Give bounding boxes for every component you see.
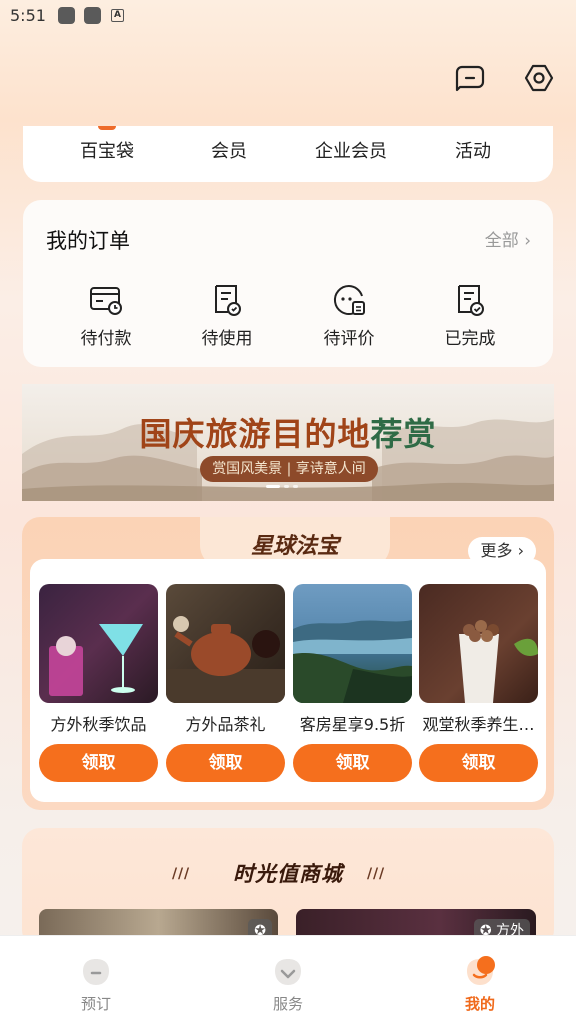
orders-all-link[interactable]: 全部 › bbox=[485, 226, 531, 251]
dessert-image bbox=[419, 584, 538, 703]
chevron-right-icon: › bbox=[517, 541, 524, 560]
tab-service[interactable]: 服务 bbox=[228, 936, 348, 1014]
order-pending-payment[interactable]: 待付款 bbox=[56, 282, 156, 349]
badge-dot bbox=[98, 126, 116, 130]
booking-icon bbox=[76, 953, 116, 993]
status-bar: 5:51 A bbox=[0, 0, 576, 30]
order-label: 待付款 bbox=[80, 329, 132, 349]
chat-note-icon bbox=[333, 284, 365, 315]
banner-title-main: 国庆旅游目的地 bbox=[139, 415, 371, 453]
banner-title-highlight: 荐赏 bbox=[370, 415, 437, 453]
menu-item-member[interactable]: 会员 bbox=[168, 126, 290, 182]
mine-icon bbox=[460, 953, 500, 993]
claim-button[interactable]: 领取 bbox=[419, 744, 538, 782]
top-menu-card: 百宝袋 会员 企业会员 活动 bbox=[23, 126, 553, 182]
tab-booking[interactable]: 预订 bbox=[36, 936, 156, 1014]
service-icon bbox=[268, 953, 308, 993]
decoration-slashes: / / / bbox=[367, 866, 384, 882]
treasure-title: 星球法宝 bbox=[250, 534, 339, 559]
product-name: 观堂秋季养生… bbox=[422, 715, 535, 734]
orders-title: 我的订单 bbox=[46, 229, 130, 253]
claim-button[interactable]: 领取 bbox=[166, 744, 285, 782]
notification-icon bbox=[84, 7, 101, 24]
product-card[interactable]: 方外品茶礼 领取 bbox=[166, 584, 285, 782]
claim-button[interactable]: 领取 bbox=[293, 744, 412, 782]
product-card[interactable]: 客房星享9.5折 领取 bbox=[293, 584, 412, 782]
menu-item-activity[interactable]: 活动 bbox=[412, 126, 534, 182]
tab-label: 预订 bbox=[80, 995, 111, 1013]
carousel-indicator bbox=[266, 485, 298, 488]
message-icon[interactable] bbox=[454, 62, 486, 94]
more-label: 更多 bbox=[480, 541, 513, 560]
order-to-review[interactable]: 待评价 bbox=[299, 282, 399, 349]
carousel-dot bbox=[284, 485, 289, 488]
order-label: 待评价 bbox=[323, 329, 375, 349]
order-completed[interactable]: 已完成 bbox=[420, 282, 520, 349]
wallet-clock-icon bbox=[90, 287, 122, 315]
banner-title: 国庆旅游目的地荐赏 bbox=[22, 409, 554, 455]
keyboard-icon: A bbox=[111, 9, 124, 22]
banner-subtitle: 赏国风美景 | 享诗意人间 bbox=[200, 456, 378, 482]
tab-mine[interactable]: 我的 bbox=[420, 936, 540, 1014]
product-name: 方外品茶礼 bbox=[185, 715, 266, 734]
product-name: 方外秋季饮品 bbox=[50, 715, 147, 734]
product-card[interactable]: 方外秋季饮品 领取 bbox=[39, 584, 158, 782]
bottom-tab-bar: 预订 服务 我的 bbox=[0, 935, 576, 1024]
chevron-right-icon: › bbox=[524, 231, 531, 251]
order-label: 待使用 bbox=[201, 329, 253, 349]
settings-icon[interactable] bbox=[523, 62, 555, 94]
order-to-use[interactable]: 待使用 bbox=[177, 282, 277, 349]
menu-item-enterprise-member[interactable]: 企业会员 bbox=[290, 126, 412, 182]
tab-label: 服务 bbox=[272, 995, 303, 1013]
tab-label: 我的 bbox=[464, 995, 495, 1013]
carousel-dot bbox=[293, 485, 298, 488]
mall-section: / / / 时光值商城 / / / ✪ ✪ 方外 bbox=[22, 828, 554, 948]
product-name: 客房星享9.5折 bbox=[299, 715, 406, 734]
carousel-dot bbox=[266, 485, 280, 488]
promo-banner[interactable]: 国庆旅游目的地荐赏 赏国风美景 | 享诗意人间 bbox=[22, 384, 554, 501]
landscape-image bbox=[293, 584, 412, 703]
receipt-clock-icon bbox=[215, 285, 241, 316]
orders-card: 我的订单 全部 › 待付款 待使用 待评价 已完成 bbox=[23, 200, 553, 367]
claim-button[interactable]: 领取 bbox=[39, 744, 158, 782]
product-card[interactable]: 观堂秋季养生… 领取 bbox=[419, 584, 538, 782]
status-time: 5:51 bbox=[10, 6, 46, 25]
orders-all-label: 全部 bbox=[484, 231, 519, 251]
notification-icon bbox=[58, 7, 75, 24]
mall-title: 时光值商城 bbox=[233, 862, 343, 886]
teapot-image bbox=[166, 584, 285, 703]
order-label: 已完成 bbox=[444, 329, 496, 349]
receipt-check-icon bbox=[458, 285, 484, 316]
menu-item-baibaodai[interactable]: 百宝袋 bbox=[46, 126, 168, 182]
drink-image bbox=[39, 584, 158, 703]
